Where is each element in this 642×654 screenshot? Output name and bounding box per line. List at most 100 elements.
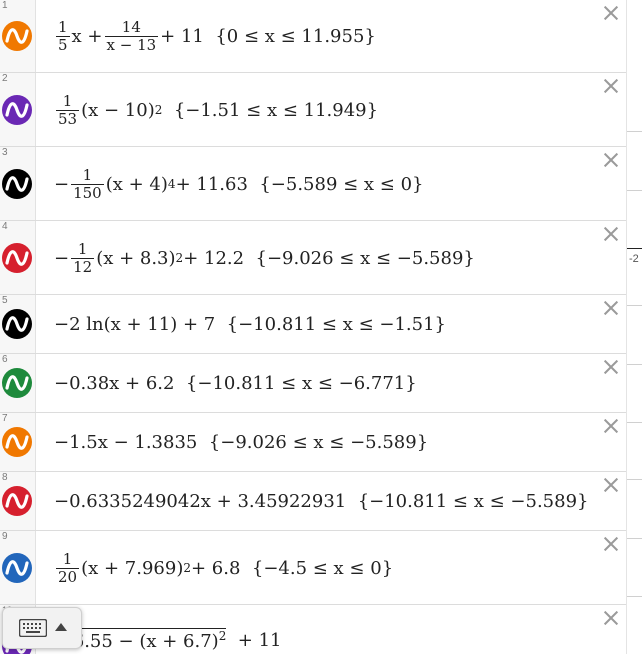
fraction: 1 20 [56, 550, 80, 586]
fraction-denominator: 150 [71, 183, 104, 202]
close-icon[interactable] [602, 535, 620, 553]
expression-formula[interactable]: 1 20 (x + 7.969) 2 + 6.8 {−4.5 ≤ x ≤ 0} [54, 546, 393, 590]
close-icon[interactable] [602, 299, 620, 317]
fraction: 1 53 [56, 93, 80, 128]
formula-term: + 11 {0 ≤ x ≤ 11.955} [160, 25, 376, 47]
function-wave-icon[interactable] [2, 309, 32, 339]
close-icon[interactable] [602, 476, 620, 494]
expression-formula[interactable]: 15 x + 14 x − 13 + 11 {0 ≤ x ≤ 11.955} [54, 14, 376, 58]
expression-row[interactable]: 2 1 53 (x − 10) 2 {−1.51 ≤ x ≤ 11.949} [0, 73, 626, 147]
formula-text: −0.38x + 6.2 {−10.811 ≤ x ≤ −6.771} [54, 372, 417, 394]
fraction-numerator: 1 [82, 166, 93, 184]
expression-formula[interactable]: −0.38x + 6.2 {−10.811 ≤ x ≤ −6.771} [54, 368, 417, 398]
row-number: 4 [2, 221, 8, 232]
expression-formula[interactable]: − 1 12 (x + 8.3) 2 + 12.2 {−9.026 ≤ x ≤ −5… [54, 236, 475, 280]
keyboard-toggle-button[interactable] [2, 607, 82, 649]
function-wave-icon[interactable] [2, 95, 32, 125]
fraction-numerator: 1 [62, 550, 73, 568]
fraction-denominator: 20 [56, 567, 80, 586]
function-wave-icon[interactable] [2, 243, 32, 273]
row-gutter: 4 [0, 221, 36, 294]
expression-formula[interactable]: 1 53 (x − 10) 2 {−1.51 ≤ x ≤ 11.949} [54, 88, 378, 132]
grid-line [627, 538, 642, 539]
fraction: 14 x − 13 [104, 18, 159, 53]
expression-row[interactable]: 5 −2 ln(x + 11) + 7 {−10.811 ≤ x ≤ −1.51… [0, 295, 626, 354]
sqrt-radicand: 6.55 − (x + 6.7)2 [72, 628, 227, 652]
row-number: 1 [2, 0, 8, 11]
grid-line [627, 479, 642, 480]
fraction-numerator: 14 [121, 18, 141, 36]
function-wave-icon[interactable] [2, 21, 32, 51]
expression-row[interactable]: 4 − 1 12 (x + 8.3) 2 + 12.2 {−9.026 ≤ x ≤ … [0, 221, 626, 295]
exponent: 2 [154, 103, 163, 117]
expression-row[interactable]: 7 −1.5x − 1.3835 {−9.026 ≤ x ≤ −5.589} [0, 413, 626, 472]
keyboard-icon [19, 619, 47, 637]
expression-row[interactable]: 10 √6.55 − (x + 6.7)2 + 11 [0, 605, 626, 654]
formula-term: (x + 8.3) [96, 247, 176, 269]
formula-term: + 12.2 {−9.026 ≤ x ≤ −5.589} [183, 247, 475, 269]
expression-row[interactable]: 9 1 20 (x + 7.969) 2 + 6.8 {−4.5 ≤ x ≤ 0} [0, 531, 626, 605]
expression-formula[interactable]: −0.6335249042x + 3.45922931 {−10.811 ≤ x… [54, 486, 588, 516]
formula-term [226, 630, 237, 651]
row-gutter: 3 [0, 147, 36, 220]
formula-term: + 11 [237, 629, 282, 651]
formula-term: {−1.51 ≤ x ≤ 11.949} [162, 99, 379, 121]
function-wave-icon[interactable] [2, 368, 32, 398]
fraction-numerator: 1 [77, 240, 88, 258]
axis-tick-label: -2 [629, 253, 639, 265]
function-wave-icon[interactable] [2, 427, 32, 457]
grid-line [627, 364, 642, 365]
expression-row[interactable]: 8 −0.6335249042x + 3.45922931 {−10.811 ≤… [0, 472, 626, 531]
expression-row[interactable]: 1 15 x + 14 x − 13 + 11 {0 ≤ x ≤ 11.955} [0, 0, 626, 73]
row-number: 8 [2, 472, 8, 483]
function-wave-icon[interactable] [2, 486, 32, 516]
algebra-view: 1 15 x + 14 x − 13 + 11 {0 ≤ x ≤ 11.955} … [0, 0, 627, 654]
row-number: 6 [2, 354, 8, 365]
expression-formula[interactable]: −1.5x − 1.3835 {−9.026 ≤ x ≤ −5.589} [54, 427, 428, 457]
exponent: 2 [175, 251, 184, 265]
fraction-numerator: 1 [58, 18, 68, 36]
row-number: 7 [2, 413, 8, 424]
exponent: 2 [218, 629, 227, 643]
expression-row[interactable]: 6 −0.38x + 6.2 {−10.811 ≤ x ≤ −6.771} [0, 354, 626, 413]
close-icon[interactable] [602, 609, 620, 627]
row-number: 5 [2, 295, 8, 306]
fraction-denominator: 5 [56, 35, 70, 54]
formula-text: −0.6335249042x + 3.45922931 {−10.811 ≤ x… [54, 490, 589, 512]
formula-term: 6.55 − (x + 6.7) [72, 631, 219, 652]
row-number: 3 [2, 147, 8, 158]
row-number: 9 [2, 531, 8, 542]
expression-formula[interactable]: √6.55 − (x + 6.7)2 + 11 [60, 623, 282, 654]
close-icon[interactable] [602, 151, 620, 169]
caret-up-icon [55, 623, 67, 631]
fraction: 1 12 [71, 240, 95, 276]
row-number: 2 [2, 73, 8, 84]
formula-term: (x + 7.969) [81, 557, 184, 579]
grid-line [627, 131, 642, 132]
formula-term: x + [71, 25, 103, 47]
close-icon[interactable] [602, 417, 620, 435]
formula-text: −1.5x − 1.3835 {−9.026 ≤ x ≤ −5.589} [54, 431, 429, 453]
exponent: 4 [167, 177, 176, 191]
axis-line [627, 248, 642, 249]
expression-formula[interactable]: − 1 150 (x + 4) 4 + 11.63 {−5.589 ≤ x ≤ 0} [54, 162, 424, 206]
fraction-denominator: 12 [71, 257, 95, 276]
row-gutter: 5 [0, 295, 36, 353]
exponent: 2 [183, 561, 191, 575]
expression-formula[interactable]: −2 ln(x + 11) + 7 {−10.811 ≤ x ≤ −1.51} [54, 309, 446, 339]
close-icon[interactable] [602, 77, 620, 95]
graphics-view-edge[interactable]: -2 [627, 0, 642, 654]
row-gutter: 8 [0, 472, 36, 530]
function-wave-icon[interactable] [2, 553, 32, 583]
close-icon[interactable] [602, 4, 620, 22]
function-wave-icon[interactable] [2, 169, 32, 199]
row-gutter: 2 [0, 73, 36, 146]
formula-text: −2 ln(x + 11) + 7 {−10.811 ≤ x ≤ −1.51} [54, 313, 446, 335]
formula-term: − [54, 247, 70, 269]
close-icon[interactable] [602, 358, 620, 376]
expression-row[interactable]: 3 − 1 150 (x + 4) 4 + 11.63 {−5.589 ≤ x ≤ … [0, 147, 626, 221]
formula-term: − [54, 173, 70, 195]
close-icon[interactable] [602, 225, 620, 243]
fraction-denominator: 53 [56, 109, 80, 128]
formula-term: + 6.8 {−4.5 ≤ x ≤ 0} [191, 557, 394, 579]
